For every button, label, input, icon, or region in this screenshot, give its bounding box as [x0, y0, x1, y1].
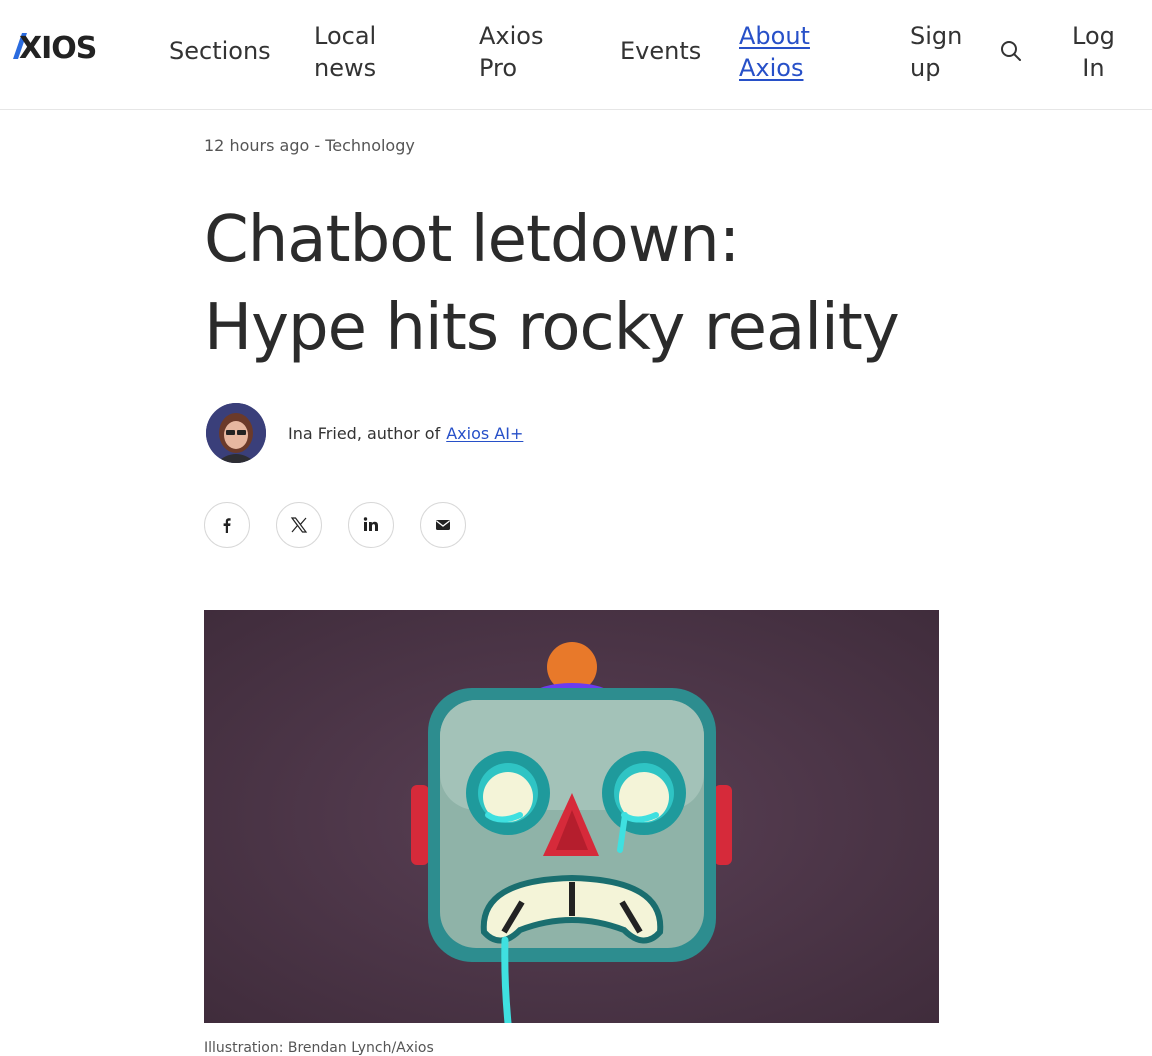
- share-email-button[interactable]: [420, 502, 466, 548]
- share-facebook-button[interactable]: [204, 502, 250, 548]
- share-x-button[interactable]: [276, 502, 322, 548]
- byline-text: Ina Fried, author of Axios AI+: [288, 424, 523, 443]
- linkedin-icon: [363, 517, 378, 531]
- author-name: Ina Fried, author of: [288, 423, 441, 443]
- article-headline: Chatbot letdown: Hype hits rocky reality: [204, 196, 964, 372]
- image-caption: Illustration: Brendan Lynch/Axios: [204, 1040, 434, 1056]
- search-icon[interactable]: [999, 39, 1023, 63]
- nav-log-in-line2: In: [1082, 54, 1105, 82]
- headline-line2: Hype hits rocky reality: [204, 291, 900, 365]
- share-linkedin-button[interactable]: [348, 502, 394, 548]
- nav-local-news-line2: news: [314, 54, 377, 82]
- article-meta: 12 hours ago - Technology: [204, 136, 415, 155]
- nav-sections-label: Sections: [169, 37, 271, 65]
- nav-axios-pro[interactable]: Axios Pro: [479, 20, 543, 84]
- nav-local-news[interactable]: Local news: [314, 20, 376, 84]
- nav-log-in-line1: Log: [1072, 22, 1115, 50]
- nav-events-label: Events: [620, 37, 702, 65]
- nav-events[interactable]: Events: [620, 35, 701, 67]
- hero-illustration: [204, 610, 939, 1023]
- nav-about-line1: About: [739, 22, 810, 50]
- nav-sign-up-line2: up: [910, 54, 941, 82]
- headline-line1: Chatbot letdown:: [204, 203, 740, 277]
- facebook-icon: [223, 518, 231, 533]
- nav-log-in[interactable]: Log In: [1072, 20, 1115, 84]
- nav-axios-pro-line1: Axios: [479, 22, 544, 50]
- site-header: XIOS Sections Local news Axios Pro Event…: [0, 0, 1152, 110]
- email-icon: [436, 520, 450, 530]
- x-icon: [290, 517, 308, 533]
- nav-about-line2: Axios: [739, 54, 804, 82]
- byline: Ina Fried, author of Axios AI+: [206, 402, 523, 464]
- nav-sections[interactable]: Sections: [169, 35, 271, 67]
- axios-logo[interactable]: XIOS: [13, 31, 123, 67]
- svg-text:XIOS: XIOS: [19, 31, 96, 61]
- nav-axios-pro-line2: Pro: [479, 54, 518, 82]
- nav-sign-up[interactable]: Sign up: [910, 20, 962, 84]
- author-avatar[interactable]: [206, 403, 266, 463]
- share-buttons: [204, 502, 492, 548]
- nav-about-axios[interactable]: About Axios: [739, 20, 810, 84]
- newsletter-link[interactable]: Axios AI+: [446, 424, 523, 443]
- axios-logo-mark: XIOS: [13, 31, 97, 66]
- crying-robot-illustration: [204, 610, 939, 1023]
- nav-sign-up-line1: Sign: [910, 22, 963, 50]
- nav-local-news-line1: Local: [314, 22, 377, 50]
